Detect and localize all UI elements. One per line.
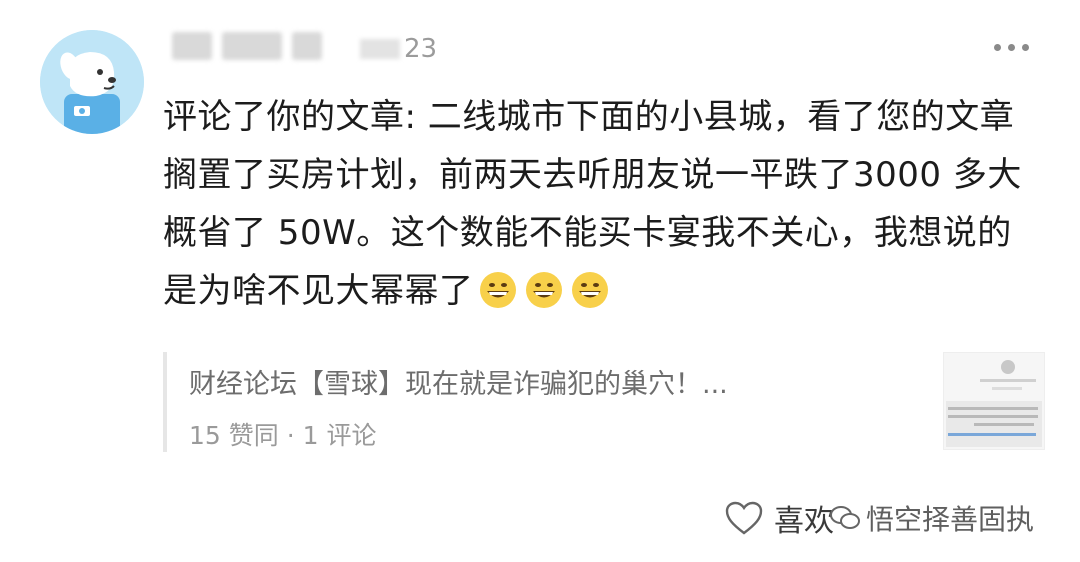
like-label: 喜欢 (774, 504, 834, 539)
like-button[interactable]: 喜欢 (724, 496, 834, 540)
wechat-watermark: 悟空择善固执 (830, 498, 1034, 538)
grinning-face-icon (479, 272, 516, 308)
timestamp-text: 23 (404, 34, 438, 64)
quoted-article-card[interactable]: 财经论坛【雪球】现在就是诈骗犯的巢穴！... 15 赞同 · 1 评论 (163, 352, 1047, 452)
blurred-name-part (172, 32, 212, 60)
user-avatar[interactable] (40, 30, 144, 134)
wechat-logo-icon (830, 506, 860, 529)
blurred-time-part (360, 39, 400, 59)
watermark-text: 悟空择善固执 (866, 503, 1035, 536)
blurred-name-part (292, 32, 322, 60)
username-blurred[interactable] (172, 32, 322, 60)
comment-body: 评论了你的文章: 二线城市下面的小县城，看了您的文章搁置了买房计划，前两天去听朋… (163, 88, 1043, 320)
dog-astronaut-illustration (40, 30, 144, 134)
sms-screenshot-image (944, 353, 1044, 449)
heart-outline-icon (725, 501, 763, 535)
blurred-name-part (222, 32, 282, 60)
grinning-face-icon (571, 272, 608, 308)
quoted-article-meta: 15 赞同 · 1 评论 (189, 421, 377, 450)
grinning-emoji-group (478, 270, 610, 310)
more-options-icon[interactable] (994, 44, 1034, 56)
grinning-face-icon (525, 272, 562, 308)
comment-time: 23 (360, 34, 437, 64)
article-thumbnail (943, 352, 1045, 450)
quoted-article-title: 财经论坛【雪球】现在就是诈骗犯的巢穴！... (189, 369, 728, 400)
